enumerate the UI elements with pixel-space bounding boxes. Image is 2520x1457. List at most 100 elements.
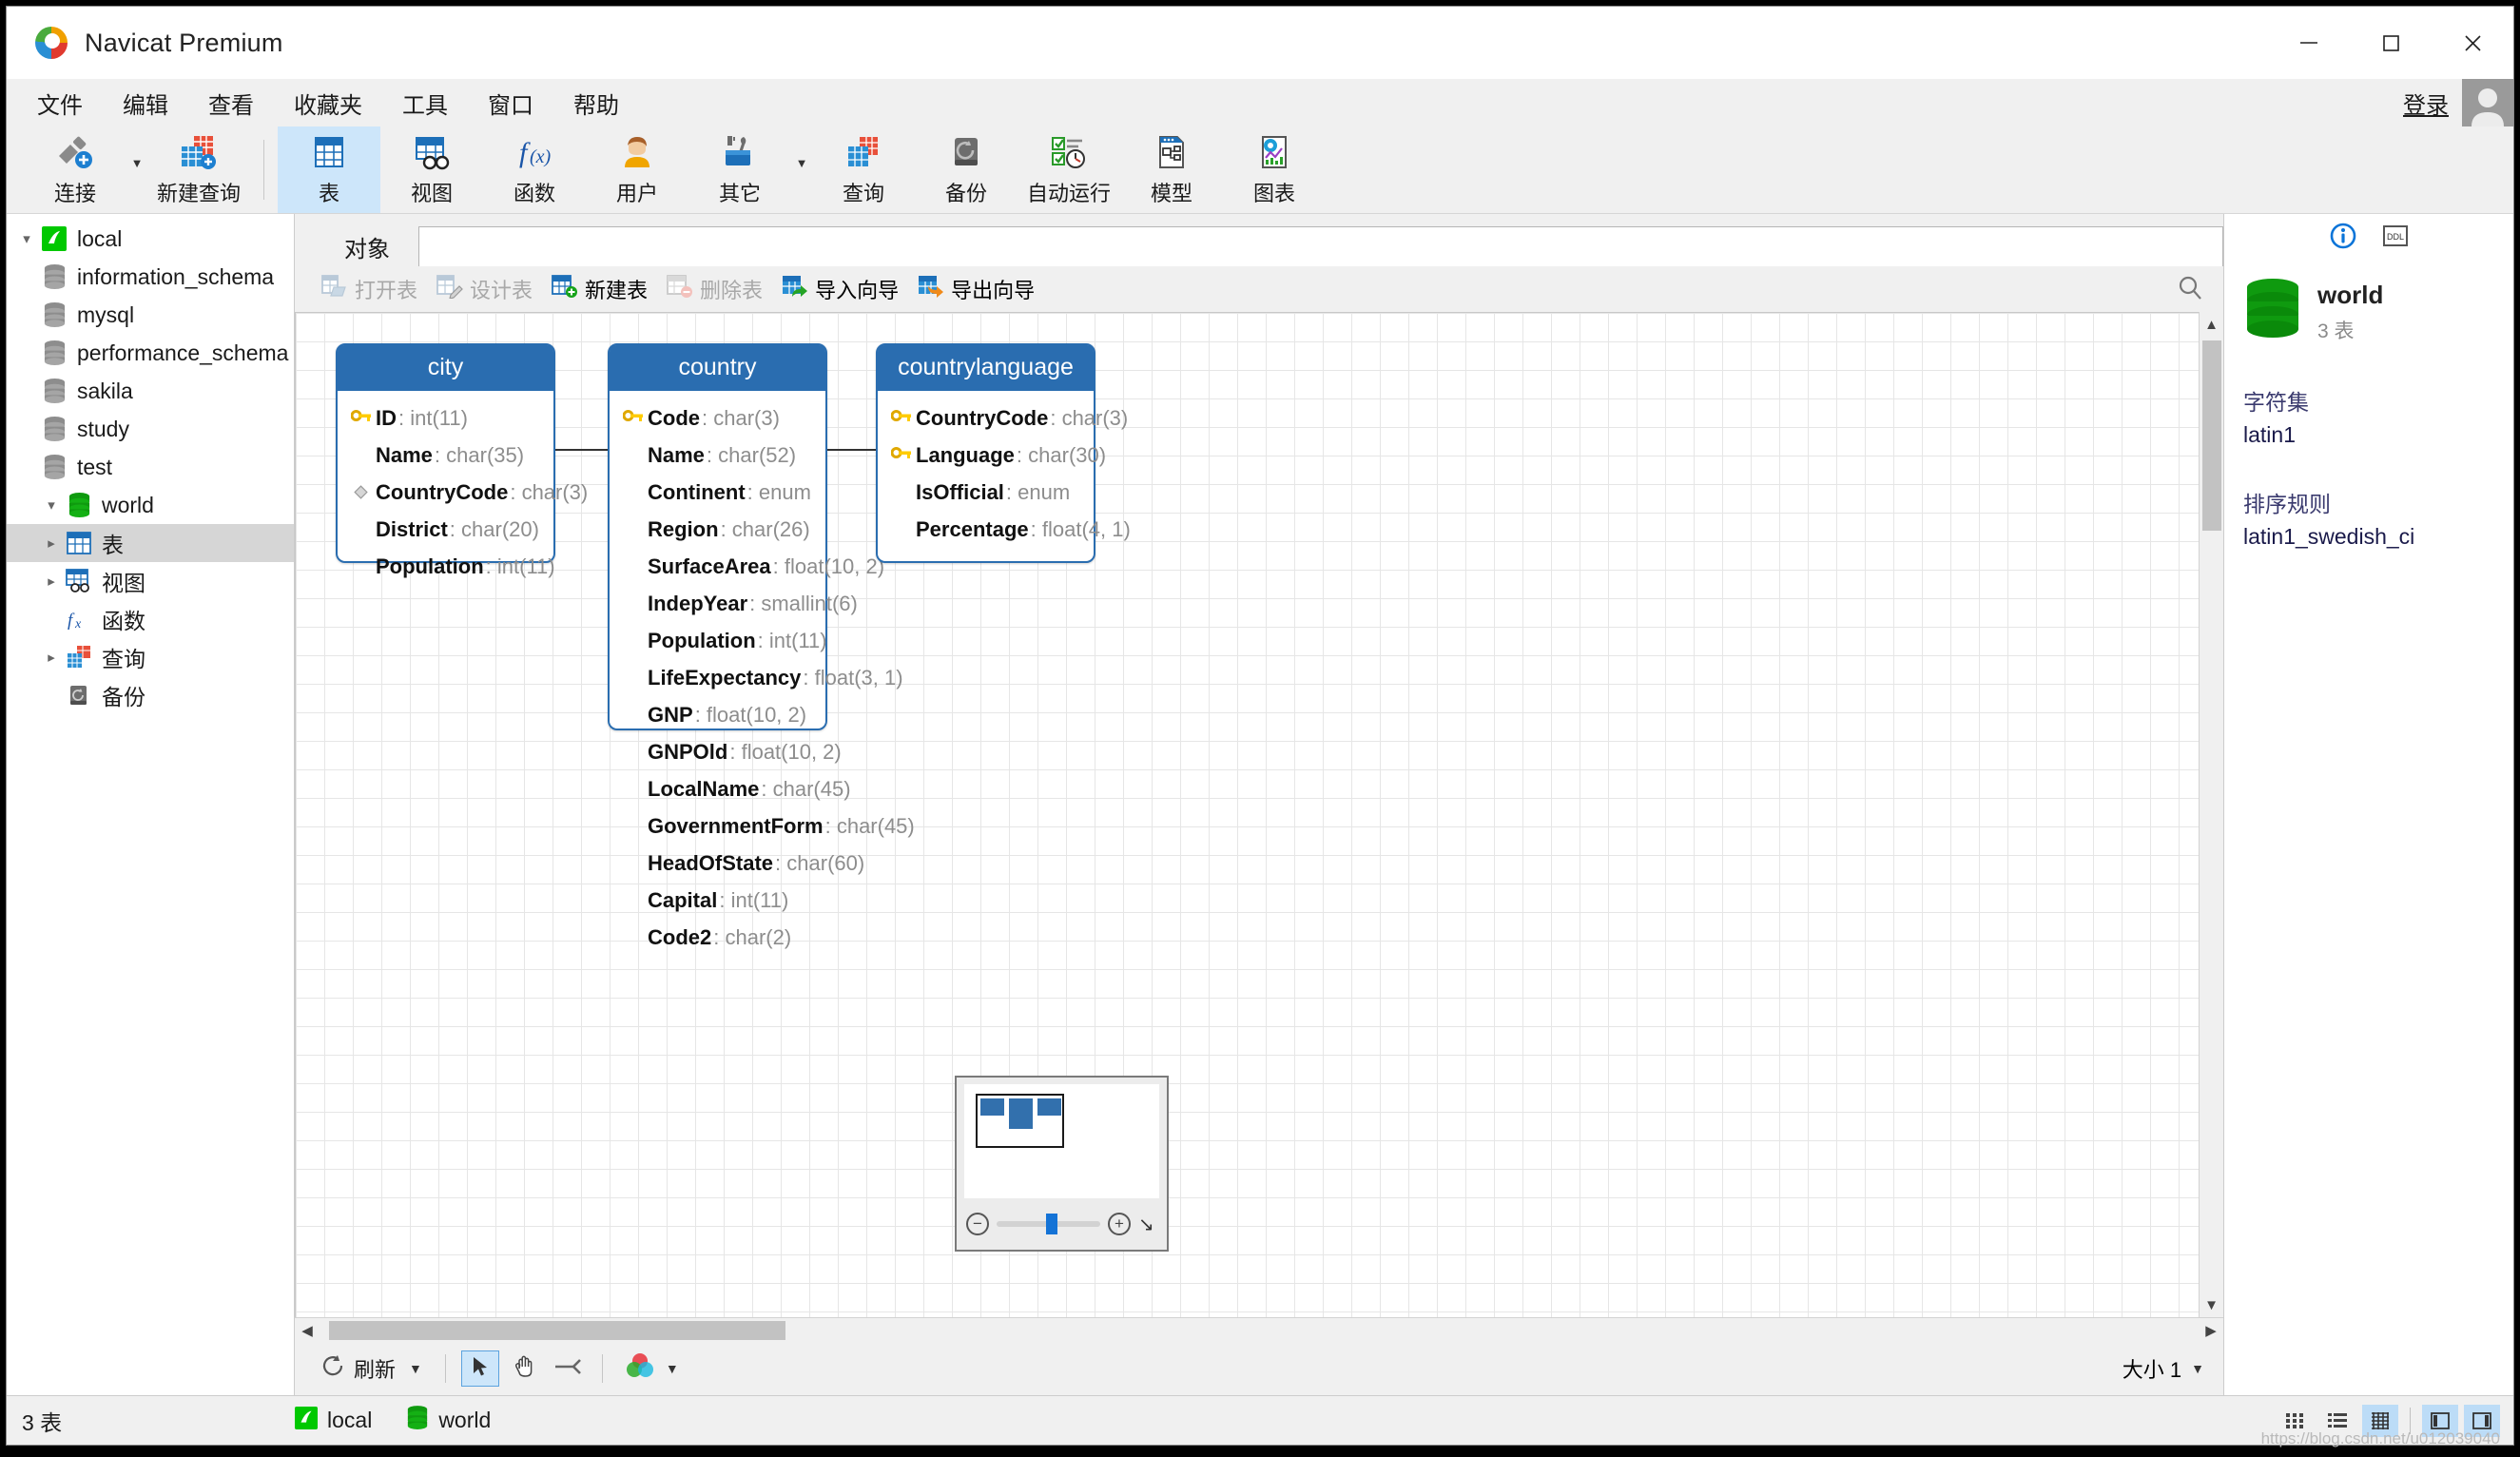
er-table-title: city bbox=[338, 345, 553, 391]
database-grey-icon bbox=[39, 263, 69, 290]
sidebar-item-backups[interactable]: 备份 bbox=[7, 676, 294, 714]
login-link[interactable]: 登录 bbox=[2403, 87, 2449, 120]
twisty-collapsed-icon[interactable]: ▸ bbox=[39, 573, 64, 590]
toolbar-backup[interactable]: 备份 bbox=[915, 126, 1018, 213]
vertical-scrollbar[interactable]: ▲ ▼ bbox=[2199, 312, 2223, 1317]
sidebar-tree[interactable]: ▾ local information_schema mysql perform… bbox=[7, 214, 295, 1395]
er-field-type: float(10, 2) bbox=[784, 554, 885, 578]
ddl-icon[interactable]: DDL bbox=[2380, 223, 2411, 254]
sidebar-item-functions[interactable]: fx 函数 bbox=[7, 600, 294, 638]
other-dropdown-caret-icon[interactable]: ▼ bbox=[791, 126, 812, 213]
horizontal-scrollbar[interactable]: ◀ ▶ bbox=[295, 1317, 2223, 1342]
sidebar-item-study[interactable]: study bbox=[7, 410, 294, 448]
export-wizard-button[interactable]: 导出向导 bbox=[910, 272, 1042, 306]
design-table-button[interactable]: 设计表 bbox=[429, 272, 540, 306]
minimap-canvas[interactable] bbox=[964, 1084, 1159, 1198]
status-database-label: world bbox=[438, 1408, 492, 1432]
refresh-label: 刷新 bbox=[354, 1358, 397, 1382]
refresh-button[interactable]: 刷新 ▼ bbox=[314, 1350, 430, 1387]
sidebar-item-queries[interactable]: ▸ 查询 bbox=[7, 638, 294, 676]
toolbar-chart[interactable]: 图表 bbox=[1223, 126, 1326, 213]
sidebar-item-test[interactable]: test bbox=[7, 448, 294, 486]
zoom-in-button[interactable]: + bbox=[1108, 1213, 1131, 1235]
pointer-tool-button[interactable] bbox=[460, 1350, 499, 1387]
toolbar-connection[interactable]: 连接 bbox=[24, 126, 126, 213]
er-field-type: char(3) bbox=[521, 479, 589, 504]
er-field-name: SurfaceArea bbox=[648, 554, 771, 578]
minimap-panel[interactable]: − + ↘ bbox=[955, 1076, 1169, 1252]
zoom-out-button[interactable]: − bbox=[966, 1213, 989, 1235]
toolbar-view[interactable]: 视图 bbox=[380, 126, 483, 213]
close-button[interactable] bbox=[2432, 7, 2513, 79]
sidebar-label: 备份 bbox=[102, 685, 145, 709]
info-icon[interactable] bbox=[2327, 220, 2359, 257]
sidebar-item-local[interactable]: ▾ local bbox=[7, 220, 294, 258]
er-table-countrylanguage[interactable]: countrylanguage CountryCode: char(3) Lan… bbox=[876, 343, 1131, 563]
twisty-collapsed-icon[interactable]: ▸ bbox=[39, 649, 64, 666]
scroll-down-arrow-icon[interactable]: ▼ bbox=[2200, 1292, 2224, 1317]
scroll-left-arrow-icon[interactable]: ◀ bbox=[295, 1318, 320, 1343]
import-wizard-button[interactable]: 导入向导 bbox=[774, 272, 906, 306]
delete-table-button[interactable]: 删除表 bbox=[659, 272, 770, 306]
toolbar-other[interactable]: 其它 bbox=[688, 126, 791, 213]
er-table-country[interactable]: country Code: char(3) Name: char(52) Con… bbox=[608, 343, 915, 949]
database-green-icon bbox=[64, 492, 94, 518]
menu-file[interactable]: 文件 bbox=[22, 83, 98, 124]
tab-objects[interactable]: 对象 bbox=[316, 226, 418, 266]
database-grey-icon bbox=[39, 340, 69, 366]
toolbar-new-query[interactable]: 新建查询 bbox=[147, 126, 250, 213]
sidebar-item-views[interactable]: ▸ 视图 bbox=[7, 562, 294, 600]
watermark-text: https://blog.csdn.net/u012039040 bbox=[2260, 1429, 2500, 1447]
color-button[interactable]: ▼ bbox=[618, 1350, 687, 1388]
menu-view[interactable]: 查看 bbox=[193, 83, 269, 124]
er-field-name: GNP bbox=[648, 702, 693, 727]
toolbar-model[interactable]: 模型 bbox=[1120, 126, 1223, 213]
twisty-expanded-icon[interactable]: ▾ bbox=[39, 496, 64, 514]
sidebar-item-sakila[interactable]: sakila bbox=[7, 372, 294, 410]
horizontal-scroll-thumb[interactable] bbox=[329, 1321, 785, 1340]
connection-dropdown-caret-icon[interactable]: ▼ bbox=[126, 126, 147, 213]
sidebar-item-world[interactable]: ▾ world bbox=[7, 486, 294, 524]
toolbar-automation[interactable]: 自动运行 bbox=[1018, 126, 1120, 213]
menu-edit[interactable]: 编辑 bbox=[107, 83, 184, 124]
zoom-slider[interactable] bbox=[997, 1214, 1100, 1234]
search-icon[interactable] bbox=[2176, 274, 2204, 307]
toolbar-function[interactable]: f (x) 函数 bbox=[483, 126, 586, 213]
svg-text:(x): (x) bbox=[530, 146, 552, 167]
zoom-slider-thumb[interactable] bbox=[1046, 1214, 1058, 1234]
er-diagram-canvas[interactable]: city ID: int(11) Name: char(35) CountryC… bbox=[295, 312, 2199, 1317]
avatar[interactable] bbox=[2462, 79, 2513, 126]
new-table-button[interactable]: 新建表 bbox=[544, 272, 655, 306]
color-dropdown-caret-icon[interactable]: ▼ bbox=[666, 1361, 679, 1376]
er-table-city[interactable]: city ID: int(11) Name: char(35) CountryC… bbox=[336, 343, 588, 578]
scroll-up-arrow-icon[interactable]: ▲ bbox=[2200, 312, 2224, 337]
size-dropdown-caret-icon[interactable]: ▼ bbox=[2191, 1361, 2204, 1376]
er-field-type: char(30) bbox=[1028, 442, 1107, 467]
scroll-right-arrow-icon[interactable]: ▶ bbox=[2199, 1318, 2223, 1343]
hand-tool-button[interactable] bbox=[505, 1350, 543, 1387]
vertical-scroll-thumb[interactable] bbox=[2202, 340, 2221, 531]
twisty-collapsed-icon[interactable]: ▸ bbox=[39, 534, 64, 552]
refresh-dropdown-caret-icon[interactable]: ▼ bbox=[409, 1361, 422, 1376]
minimize-button[interactable] bbox=[2268, 7, 2350, 79]
fit-to-window-icon[interactable]: ↘ bbox=[1138, 1213, 1157, 1236]
open-table-button[interactable]: 打开表 bbox=[314, 272, 425, 306]
diagram-size-control[interactable]: 大小 1 ▼ bbox=[2123, 1353, 2204, 1384]
menu-tools[interactable]: 工具 bbox=[387, 83, 463, 124]
menu-window[interactable]: 窗口 bbox=[473, 83, 549, 124]
twisty-expanded-icon[interactable]: ▾ bbox=[14, 230, 39, 247]
relation-tool-button[interactable] bbox=[549, 1350, 587, 1387]
menu-help[interactable]: 帮助 bbox=[558, 83, 634, 124]
sidebar-item-information-schema[interactable]: information_schema bbox=[7, 258, 294, 296]
info-panel-body: world 3 表 字符集 latin1 排序规则 latin1_swedish… bbox=[2224, 262, 2513, 550]
toolbar-table[interactable]: 表 bbox=[278, 126, 380, 213]
sidebar-item-performance-schema[interactable]: performance_schema bbox=[7, 334, 294, 372]
toolbar-separator-1 bbox=[263, 140, 264, 200]
menu-favorites[interactable]: 收藏夹 bbox=[279, 83, 378, 124]
sidebar-item-tables[interactable]: ▸ 表 bbox=[7, 524, 294, 562]
sidebar-item-mysql[interactable]: mysql bbox=[7, 296, 294, 334]
maximize-button[interactable] bbox=[2350, 7, 2432, 79]
minimap-viewport[interactable] bbox=[976, 1094, 1064, 1148]
toolbar-query[interactable]: 查询 bbox=[812, 126, 915, 213]
toolbar-user[interactable]: 用户 bbox=[586, 126, 688, 213]
